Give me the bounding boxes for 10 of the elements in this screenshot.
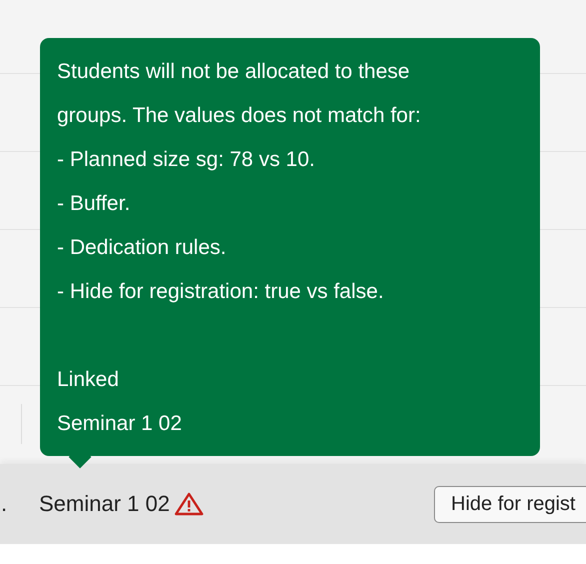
- linked-group: Seminar 1 02: [57, 402, 182, 446]
- tooltip-message: Students will not be allocated to these groups. The values does not match for:: [57, 59, 422, 129]
- tooltip-list-item: - Planned size sg: 78 vs 10.: [57, 147, 315, 173]
- tooltip-list-item: - Dedication rules.: [57, 235, 226, 261]
- tooltip-list-item: - Buffer.: [57, 191, 130, 217]
- hide-for-registration-button[interactable]: Hide for regist: [434, 486, 586, 522]
- tooltip-list-item: - Hide for registration: true vs false.: [57, 279, 384, 305]
- table-cell-text: .: [1, 491, 8, 517]
- linked-label: Linked: [57, 367, 119, 393]
- group-name: Seminar 1 02: [39, 491, 170, 517]
